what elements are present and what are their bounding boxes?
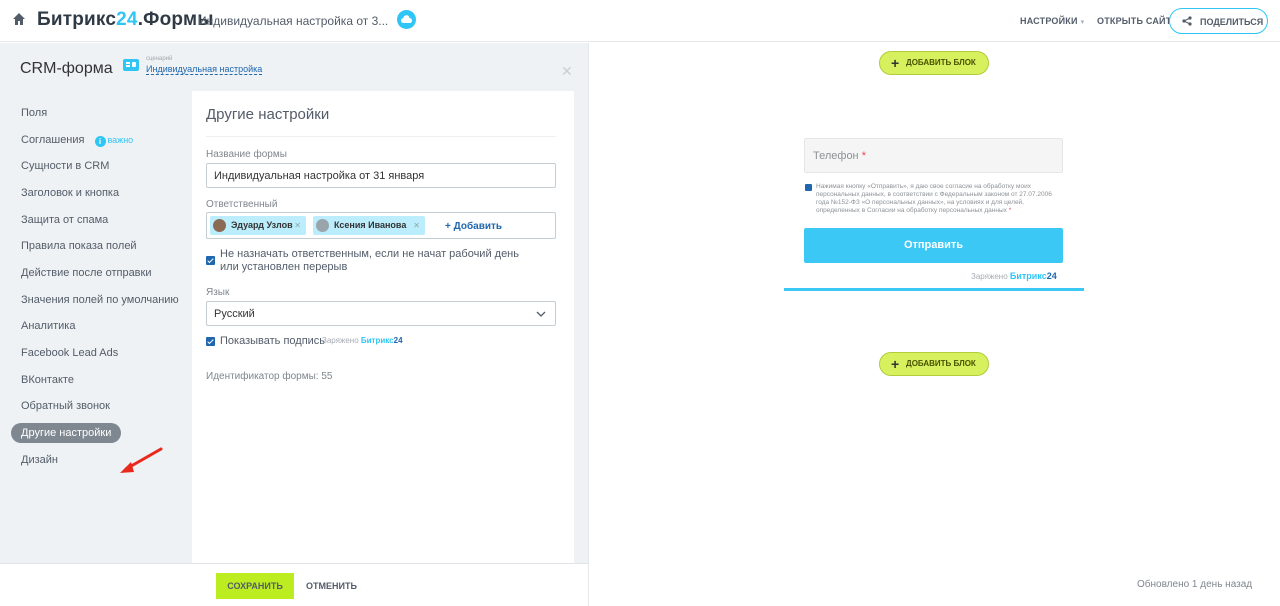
plus-icon: + — [891, 356, 900, 372]
updated-status: Обновлено 1 день назад — [1137, 579, 1253, 590]
brand-logo[interactable]: Битрикс24.Формы — [37, 9, 214, 31]
nav-item-field-rules[interactable]: Правила показа полей — [11, 236, 147, 256]
nav-item-analytics[interactable]: Аналитика — [11, 316, 85, 336]
nav-item-callback[interactable]: Обратный звонок — [11, 396, 120, 416]
consent-checkbox[interactable] — [805, 184, 812, 191]
other-settings-card: Другие настройки Название формы Индивиду… — [192, 91, 574, 563]
nav-item-default-values[interactable]: Значения полей по умолчанию — [11, 290, 189, 310]
nav-item-spam-protection[interactable]: Защита от спама — [11, 210, 118, 230]
language-select[interactable]: Русский — [206, 301, 556, 326]
info-icon: i — [94, 136, 106, 147]
important-badge: i важно — [94, 130, 133, 150]
submit-button[interactable]: Отправить — [804, 228, 1063, 263]
document-title: Индивидуальная настройка от 3... — [198, 14, 389, 28]
chevron-down-icon — [536, 309, 546, 321]
phone-field[interactable]: Телефон * — [804, 138, 1063, 173]
save-button[interactable]: СОХРАНИТЬ — [216, 573, 294, 599]
show-signature-checkbox[interactable] — [206, 337, 215, 346]
nav-item-agreements[interactable]: Соглашения i важно — [11, 130, 143, 150]
form-name-label: Название формы — [206, 149, 287, 160]
form-preview: + ДОБАВИТЬ БЛОК Телефон * Нажимая кнопку … — [588, 43, 1280, 606]
panel-title: CRM-форма — [20, 60, 113, 77]
nav-item-facebook[interactable]: Facebook Lead Ads — [11, 343, 128, 363]
powered-by-label: Заряжено Битрикс24 — [971, 271, 1057, 281]
card-title: Другие настройки — [206, 106, 330, 123]
cloud-icon — [397, 10, 416, 29]
nav-item-vkontakte[interactable]: ВКонтакте — [11, 370, 84, 390]
remove-icon[interactable]: ✕ — [413, 216, 420, 235]
add-responsible-link[interactable]: + Добавить — [445, 221, 502, 232]
powered-by-label: Заряжено Битрикс24 — [322, 336, 403, 345]
responsible-selector[interactable]: Эдуард Узлов ✕ Ксения Иванова ✕ + Добави… — [206, 212, 556, 239]
settings-menu[interactable]: НАСТРОЙКИ ▾ — [1020, 16, 1084, 26]
nav-item-other-settings[interactable]: Другие настройки — [11, 423, 122, 443]
footer-bar: СОХРАНИТЬ ОТМЕНИТЬ — [0, 563, 588, 606]
avatar — [213, 219, 226, 232]
form-name-input[interactable]: Индивидуальная настройка от 31 января — [206, 163, 556, 188]
nav-item-design[interactable]: Дизайн — [11, 450, 68, 470]
form-id-label: Идентификатор формы: 55 — [206, 371, 333, 382]
show-signature-label: Показывать подпись — [220, 335, 326, 347]
scenario-caption: сценарий — [146, 56, 173, 62]
nav-item-crm-entities[interactable]: Сущности в CRM — [11, 156, 119, 176]
share-icon — [1182, 16, 1192, 28]
form-divider — [784, 288, 1084, 291]
share-button[interactable]: ПОДЕЛИТЬСЯ — [1169, 8, 1268, 34]
responsible-label: Ответственный — [206, 199, 278, 210]
scenario-icon — [123, 59, 139, 71]
avatar — [316, 219, 329, 232]
home-icon[interactable] — [12, 12, 28, 28]
add-block-button[interactable]: + ДОБАВИТЬ БЛОК — [879, 51, 989, 75]
language-label: Язык — [206, 287, 230, 298]
consent-text: Нажимая кнопку «Отправить», я даю свое с… — [816, 183, 1052, 214]
top-bar: Битрикс24.Формы Индивидуальная настройка… — [0, 0, 1280, 42]
add-block-button[interactable]: + ДОБАВИТЬ БЛОК — [879, 352, 989, 376]
nav-item-fields[interactable]: Поля — [11, 103, 57, 123]
arrow-icon — [118, 447, 164, 482]
nav-item-after-submit[interactable]: Действие после отправки — [11, 263, 162, 283]
cancel-button[interactable]: ОТМЕНИТЬ — [306, 581, 357, 591]
no-assign-checkbox[interactable] — [206, 256, 215, 265]
open-site-link[interactable]: ОТКРЫТЬ САЙТ — [1097, 16, 1171, 26]
no-assign-label: Не назначать ответственным, если не нача… — [220, 248, 519, 273]
close-icon[interactable]: ✕ — [561, 63, 573, 80]
nav-item-header-button[interactable]: Заголовок и кнопка — [11, 183, 129, 203]
remove-icon[interactable]: ✕ — [294, 216, 301, 235]
chevron-down-icon: ▾ — [1080, 19, 1085, 26]
responsible-tag[interactable]: Эдуард Узлов ✕ — [210, 216, 306, 235]
scenario-link[interactable]: Индивидуальная настройка — [146, 64, 263, 75]
plus-icon: + — [891, 55, 900, 71]
responsible-tag[interactable]: Ксения Иванова ✕ — [313, 216, 425, 235]
divider — [206, 136, 556, 137]
settings-panel: CRM-форма сценарий Индивидуальная настро… — [0, 43, 588, 563]
